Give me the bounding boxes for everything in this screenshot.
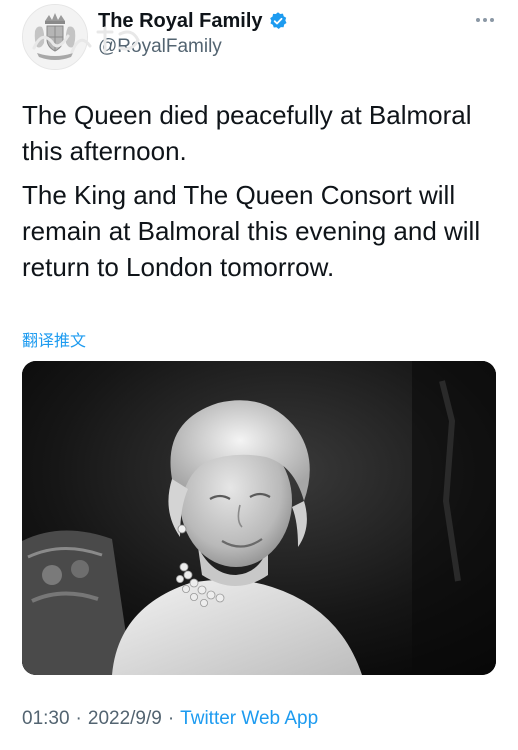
royal-coat-of-arms-icon	[23, 5, 87, 69]
portrait-photo	[22, 361, 496, 675]
tweet-time[interactable]: 01:30	[22, 708, 70, 729]
tweet-header: The Royal Family @RoyalFamily	[0, 0, 518, 80]
author-handle[interactable]: @RoyalFamily	[98, 36, 222, 58]
tweet-paragraph: The King and The Queen Consort will rema…	[22, 180, 481, 282]
tweet-source-link[interactable]: Twitter Web App	[180, 708, 318, 729]
tweet-paragraph: The Queen died peacefully at Balmoral th…	[22, 100, 472, 166]
tweet-text: The Queen died peacefully at Balmoral th…	[22, 97, 502, 285]
translate-tweet-link[interactable]: 翻译推文	[22, 327, 86, 351]
avatar[interactable]	[22, 4, 88, 70]
verified-badge-icon	[268, 11, 288, 31]
author-name-row: The Royal Family	[98, 8, 288, 34]
tweet-date[interactable]: 2022/9/9	[88, 708, 162, 729]
tweet-photo[interactable]	[22, 361, 496, 675]
tweet-meta: 01:30 · 2022/9/9 · Twitter Web App	[22, 708, 318, 730]
more-options-icon[interactable]	[474, 16, 496, 24]
meta-separator: ·	[75, 708, 82, 729]
author-display-name[interactable]: The Royal Family	[98, 10, 263, 33]
meta-separator: ·	[167, 708, 175, 729]
